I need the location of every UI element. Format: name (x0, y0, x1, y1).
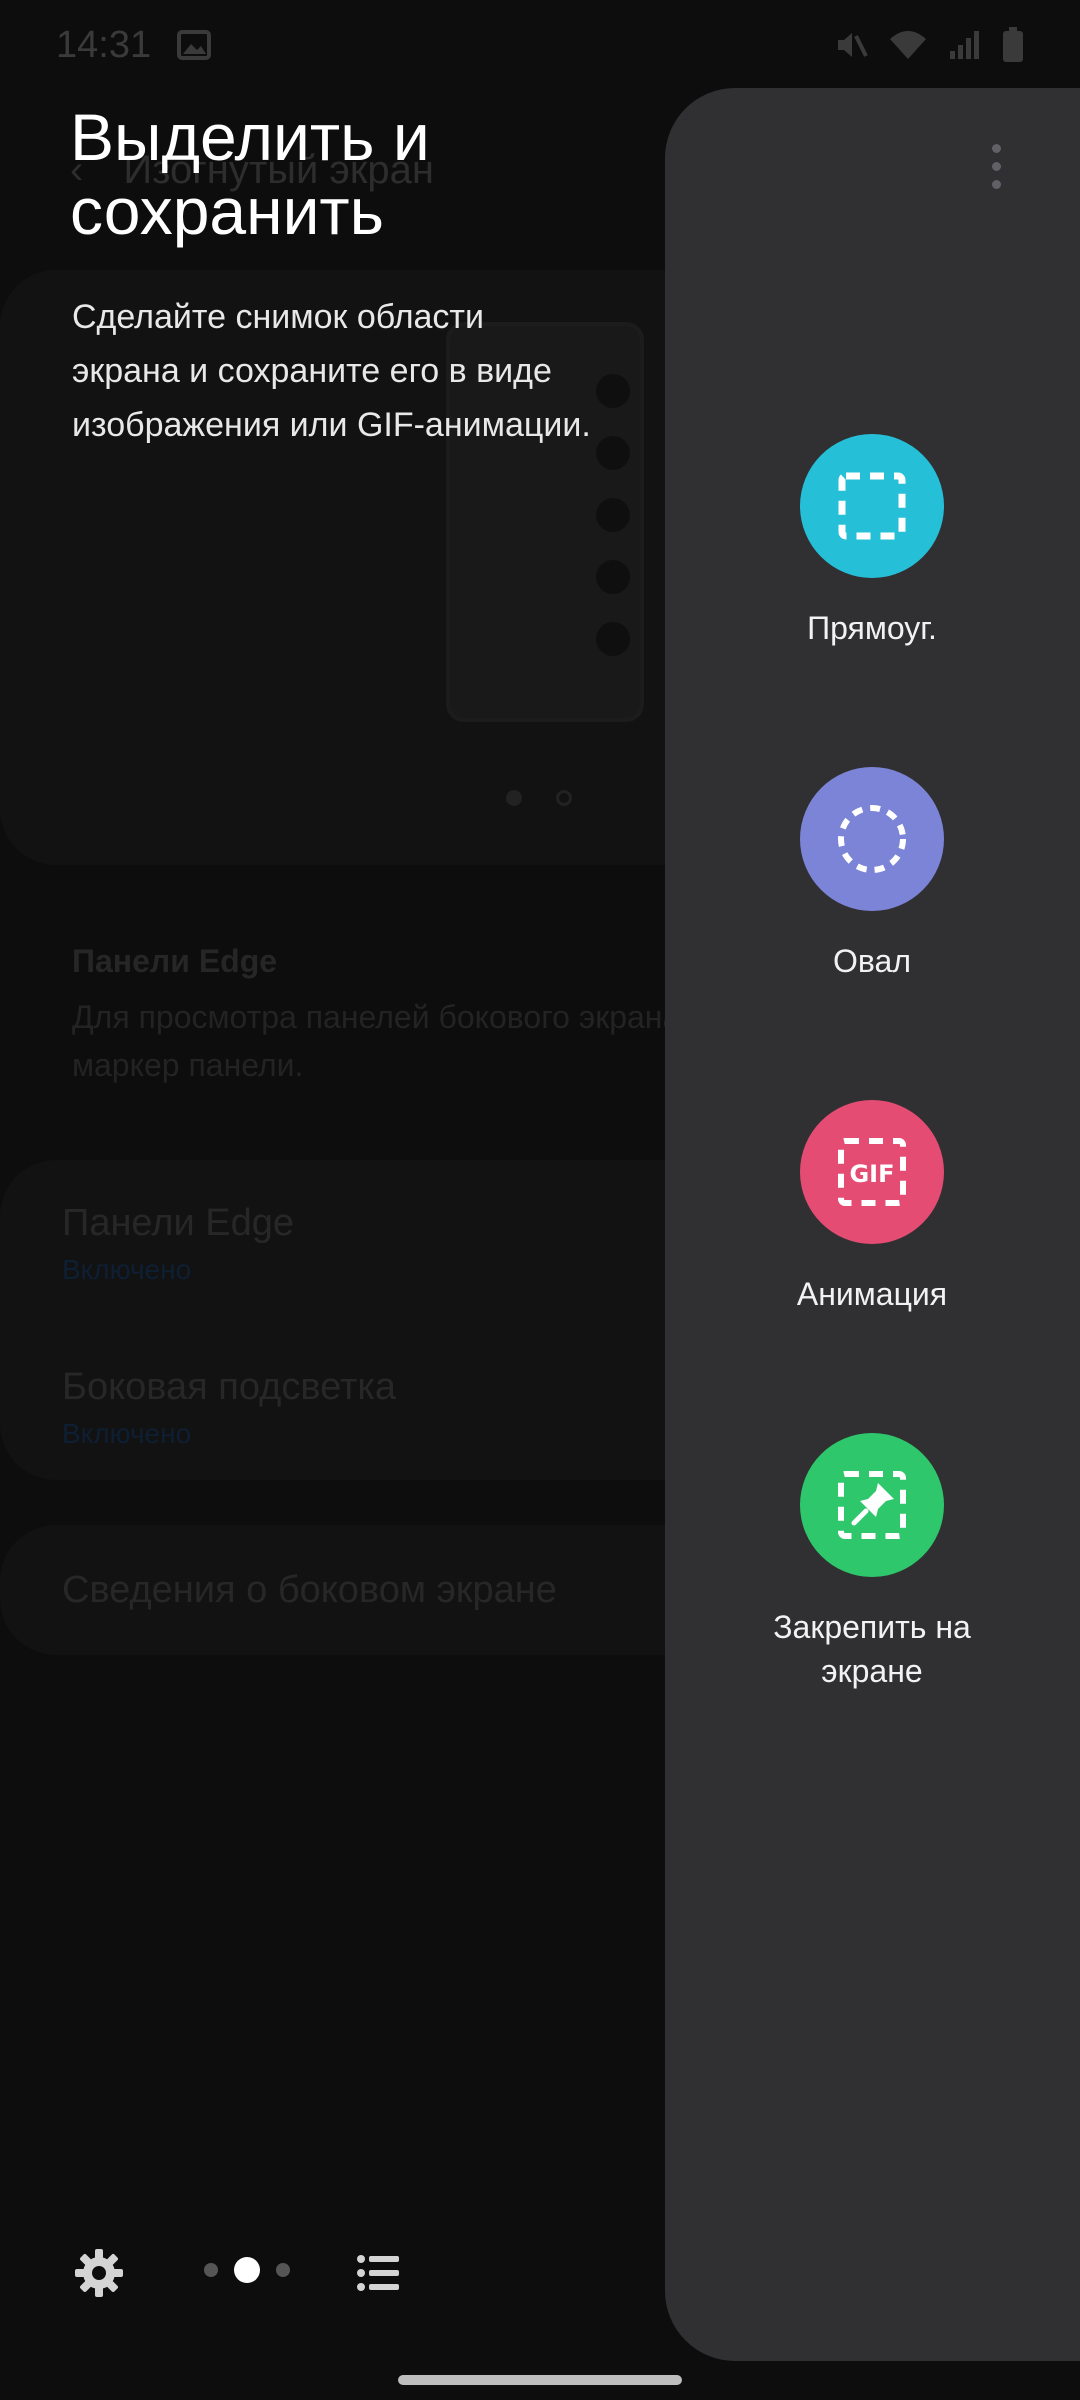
background-section-title: Панели Edge (72, 943, 278, 979)
background-item-label: Боковая подсветка (62, 1366, 396, 1408)
gif-icon: GIF (800, 1100, 944, 1244)
tool-label: Прямоуг. (807, 610, 937, 646)
tool-rectangle[interactable]: Прямоуг. (760, 434, 984, 650)
background-item-label: Панели Edge (62, 1202, 295, 1244)
more-vert-icon (991, 143, 1001, 153)
page-dot-active (234, 2257, 260, 2283)
panel-title: Выделить и сохранить (70, 100, 430, 248)
pin-icon (800, 1433, 944, 1577)
gear-icon[interactable] (74, 2248, 124, 2298)
background-info-label: Сведения о боковом экране (62, 1569, 557, 1611)
tool-oval[interactable]: Овал (760, 767, 984, 983)
background-item-sub: Включено (62, 1418, 192, 1449)
tool-animation[interactable]: GIF Анимация (760, 1100, 984, 1316)
background-pager (506, 790, 572, 806)
signal-icon (950, 31, 979, 59)
background-item-sub: Включено (62, 1254, 192, 1285)
oval-select-icon (800, 767, 944, 911)
navigation-handle[interactable] (398, 2375, 682, 2385)
tool-label: Овал (833, 943, 911, 979)
page-dot (204, 2263, 218, 2277)
panel-page-indicator[interactable] (204, 2257, 290, 2283)
mute-icon (838, 33, 868, 57)
rectangle-select-icon (800, 434, 944, 578)
status-time: 14:31 (56, 23, 152, 66)
more-options-button[interactable] (968, 138, 1024, 194)
wifi-icon (890, 31, 926, 59)
list-icon[interactable] (356, 2251, 400, 2295)
tool-label: Анимация (796, 1276, 948, 1312)
page-dot (276, 2263, 290, 2277)
gallery-notification-icon (177, 30, 212, 60)
tool-label: Закрепить на экране (773, 1609, 971, 1689)
panel-description: Сделайте снимок области экрана и сохрани… (72, 298, 591, 444)
tool-pin-to-screen[interactable]: Закрепить на экране (760, 1433, 984, 1693)
battery-icon (1003, 27, 1023, 62)
status-bar: 14:31 (0, 0, 1080, 90)
gif-icon-text: GIF (849, 1160, 894, 1188)
